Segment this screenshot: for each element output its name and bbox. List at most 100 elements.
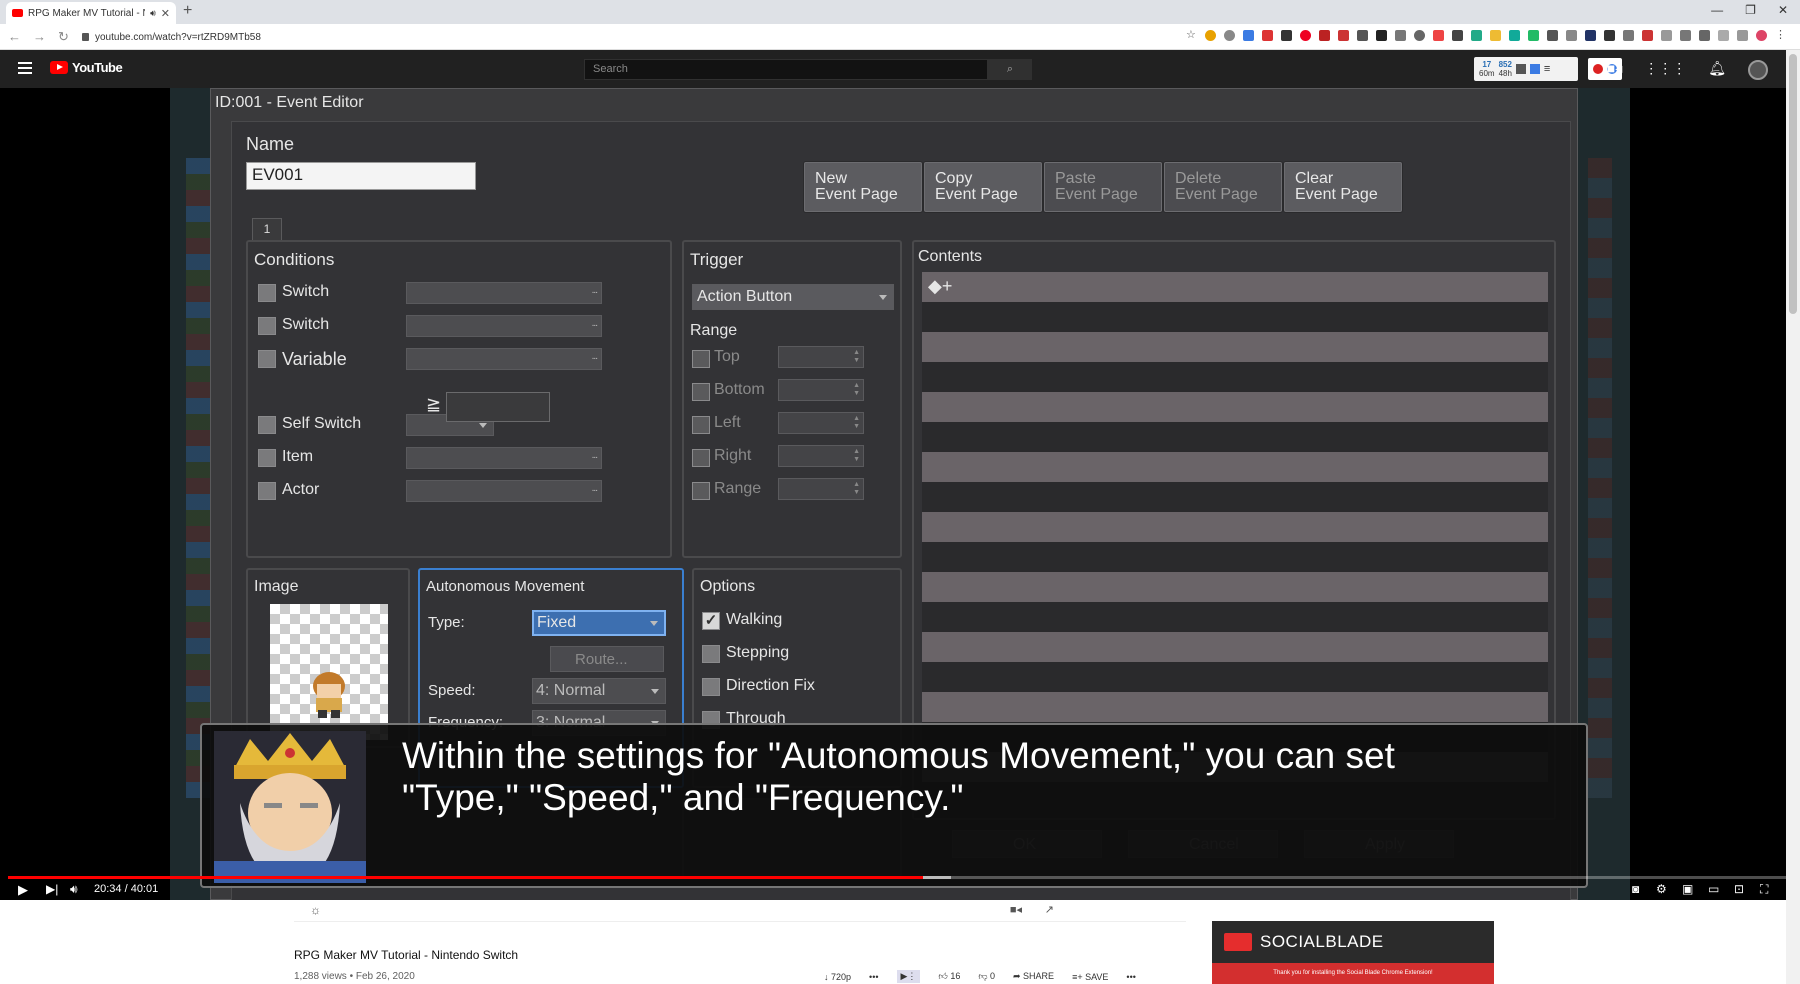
extension-icon[interactable] [1395,30,1406,41]
search-input[interactable]: Search [584,59,988,80]
range-stepper[interactable]: ▲ ▼ [778,379,864,401]
contents-row[interactable] [922,692,1548,722]
condition-value-field[interactable]: ... [406,480,602,502]
settings-gear-icon[interactable]: ⚙ [1656,882,1667,896]
video-player[interactable]: ID:001 - Event Editor Name EV001 New Even… [0,88,1800,900]
range-checkbox[interactable] [692,482,710,500]
contents-row[interactable] [922,542,1548,572]
extension-icon[interactable] [1414,30,1425,41]
puzzle-icon[interactable] [1699,30,1710,41]
speaker-icon[interactable]: 🔊︎ [150,8,156,19]
close-tab-icon[interactable]: ✕ [161,7,170,20]
variable-value-field[interactable] [446,392,550,422]
avatar[interactable] [1748,60,1768,80]
contents-row[interactable]: ◆+ [922,272,1548,302]
extension-icon[interactable] [1585,30,1596,41]
cast-icon[interactable]: ⊡ [1734,882,1744,896]
condition-checkbox[interactable] [258,449,276,467]
next-icon[interactable]: ▶| [46,882,58,896]
extension-icon[interactable] [1623,30,1634,41]
trigger-select[interactable]: Action Button [692,284,894,310]
contents-row[interactable] [922,572,1548,602]
browser-tab[interactable]: RPG Maker MV Tutorial - Nir 🔊︎ ✕ [6,2,176,24]
extension-icon[interactable] [1452,30,1463,41]
option-checkbox[interactable] [702,645,720,663]
more-actions-icon[interactable]: ••• [1126,972,1135,982]
contents-row[interactable] [922,482,1548,512]
extension-icon[interactable] [1224,30,1235,41]
brightness-icon[interactable]: ☼ [310,903,321,917]
range-stepper[interactable]: ▲ ▼ [778,478,864,500]
youtube-logo[interactable]: YouTube [50,60,123,75]
quality-button[interactable]: ↓ 720p [824,972,851,982]
contents-row[interactable] [922,662,1548,692]
contents-row[interactable] [922,332,1548,362]
extension-icon[interactable] [1737,30,1748,41]
event-page-button[interactable]: Paste Event Page [1044,162,1162,212]
extension-icon[interactable] [1281,30,1292,41]
extension-icon[interactable] [1357,30,1368,41]
more-dots-icon[interactable]: ••• [869,972,878,982]
range-checkbox[interactable] [692,383,710,401]
like-button[interactable]: 👍︎ 16 [938,971,960,982]
new-tab-button[interactable]: + [183,2,192,20]
extension-icon[interactable] [1243,30,1254,41]
extension-icon[interactable] [1642,30,1653,41]
condition-value-field[interactable]: ... [406,282,602,304]
contents-row[interactable] [922,602,1548,632]
condition-value-field[interactable]: ... [406,447,602,469]
extension-icon[interactable] [1680,30,1691,41]
extension-icon[interactable] [1528,30,1539,41]
socialblade-header-widget[interactable]: 17 60m 852 48h ≡ [1474,57,1578,81]
create-video-icon[interactable]: ■◂ [1607,60,1622,80]
condition-value-field[interactable]: ... [406,348,602,370]
condition-checkbox[interactable] [258,482,276,500]
extension-icon[interactable] [1262,30,1273,41]
back-icon[interactable]: ← [8,29,21,45]
condition-checkbox[interactable] [258,317,276,335]
tab-page-1[interactable]: 1 [252,218,282,240]
range-stepper[interactable]: ▲ ▼ [778,412,864,434]
notifications-bell-icon[interactable]: 🔔︎ [1708,60,1726,80]
condition-checkbox[interactable] [258,416,276,434]
contents-row[interactable] [922,512,1548,542]
url-field[interactable]: youtube.com/watch?v=rtZRD9MTb58 [82,28,261,46]
camera-icon[interactable]: ◙ [1632,882,1639,896]
menu-kebab-icon[interactable]: ⋮ [1775,30,1786,41]
extension-icon[interactable] [1376,30,1387,41]
extension-icon[interactable] [1509,30,1520,41]
close-window-icon[interactable]: ✕ [1778,3,1788,17]
event-page-button[interactable]: Clear Event Page [1284,162,1402,212]
range-stepper[interactable]: ▲ ▼ [778,445,864,467]
minimize-icon[interactable]: — [1711,3,1723,17]
share-arrow-icon[interactable]: ↗ [1045,903,1054,916]
event-page-button[interactable]: New Event Page [804,162,922,212]
contents-row[interactable] [922,452,1548,482]
reload-icon[interactable]: ↻ [58,29,69,45]
dislike-button[interactable]: 👎︎ 0 [978,971,995,982]
forward-icon[interactable]: → [33,29,46,45]
volume-icon[interactable]: 🔊︎ [70,882,78,897]
condition-checkbox[interactable] [258,350,276,368]
extension-icon[interactable] [1319,30,1330,41]
hamburger-menu-icon[interactable] [18,62,32,74]
playlist-icon[interactable]: ▶⋮ [896,970,921,983]
extension-icon[interactable] [1661,30,1672,41]
type-select[interactable]: Fixed [532,610,666,636]
option-checkbox[interactable] [702,678,720,696]
contents-row[interactable] [922,362,1548,392]
extension-icon[interactable] [1205,30,1216,41]
range-stepper[interactable]: ▲ ▼ [778,346,864,368]
range-checkbox[interactable] [692,449,710,467]
extension-icon[interactable] [1490,30,1501,41]
event-page-button[interactable]: Delete Event Page [1164,162,1282,212]
page-scrollbar[interactable] [1786,50,1800,984]
theater-mode-icon[interactable]: ▭ [1708,882,1719,896]
contents-row[interactable] [922,632,1548,662]
condition-value-field[interactable]: ... [406,315,602,337]
extension-icon[interactable] [1547,30,1558,41]
extension-icon[interactable] [1566,30,1577,41]
play-icon[interactable]: ▶ [18,882,28,898]
save-button[interactable]: ≡+ SAVE [1072,972,1108,982]
name-field[interactable]: EV001 [246,162,476,190]
